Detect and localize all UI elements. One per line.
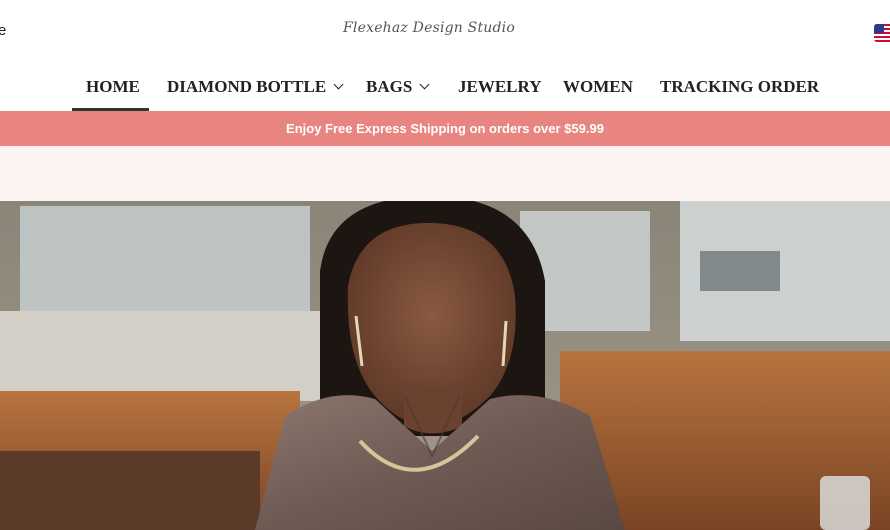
nav-item-label: JEWELRY	[458, 77, 542, 96]
header: e Flexehaz Design Studio	[0, 0, 890, 66]
chevron-down-icon	[419, 79, 430, 90]
nav-item-jewelry[interactable]: JEWELRY	[458, 77, 541, 97]
nav-item-label: DIAMOND BOTTLE	[167, 77, 327, 96]
nav-item-bags[interactable]: BAGS	[366, 77, 430, 97]
nav-item-home[interactable]: HOME	[86, 77, 140, 97]
nav-item-label: HOME	[86, 77, 140, 96]
nav-item-diamond-bottle[interactable]: DIAMOND BOTTLE	[167, 77, 344, 97]
section-spacer	[0, 146, 890, 201]
us-flag-icon[interactable]	[874, 24, 890, 42]
main-nav: HOME DIAMOND BOTTLE BAGS JEWELRY WOMEN T…	[0, 66, 890, 111]
promo-banner[interactable]: Enjoy Free Express Shipping on orders ov…	[0, 111, 890, 146]
nav-item-label: TRACKING ORDER	[660, 77, 820, 96]
nav-item-label: WOMEN	[563, 77, 633, 96]
nav-item-label: BAGS	[366, 77, 413, 96]
site-logo[interactable]: Flexehaz Design Studio	[0, 20, 858, 36]
hero-image[interactable]	[0, 201, 890, 530]
nav-item-tracking-order[interactable]: TRACKING ORDER	[660, 77, 819, 97]
nav-item-women[interactable]: WOMEN	[563, 77, 633, 97]
hero-model-photo	[0, 201, 890, 530]
chevron-down-icon	[333, 79, 344, 90]
